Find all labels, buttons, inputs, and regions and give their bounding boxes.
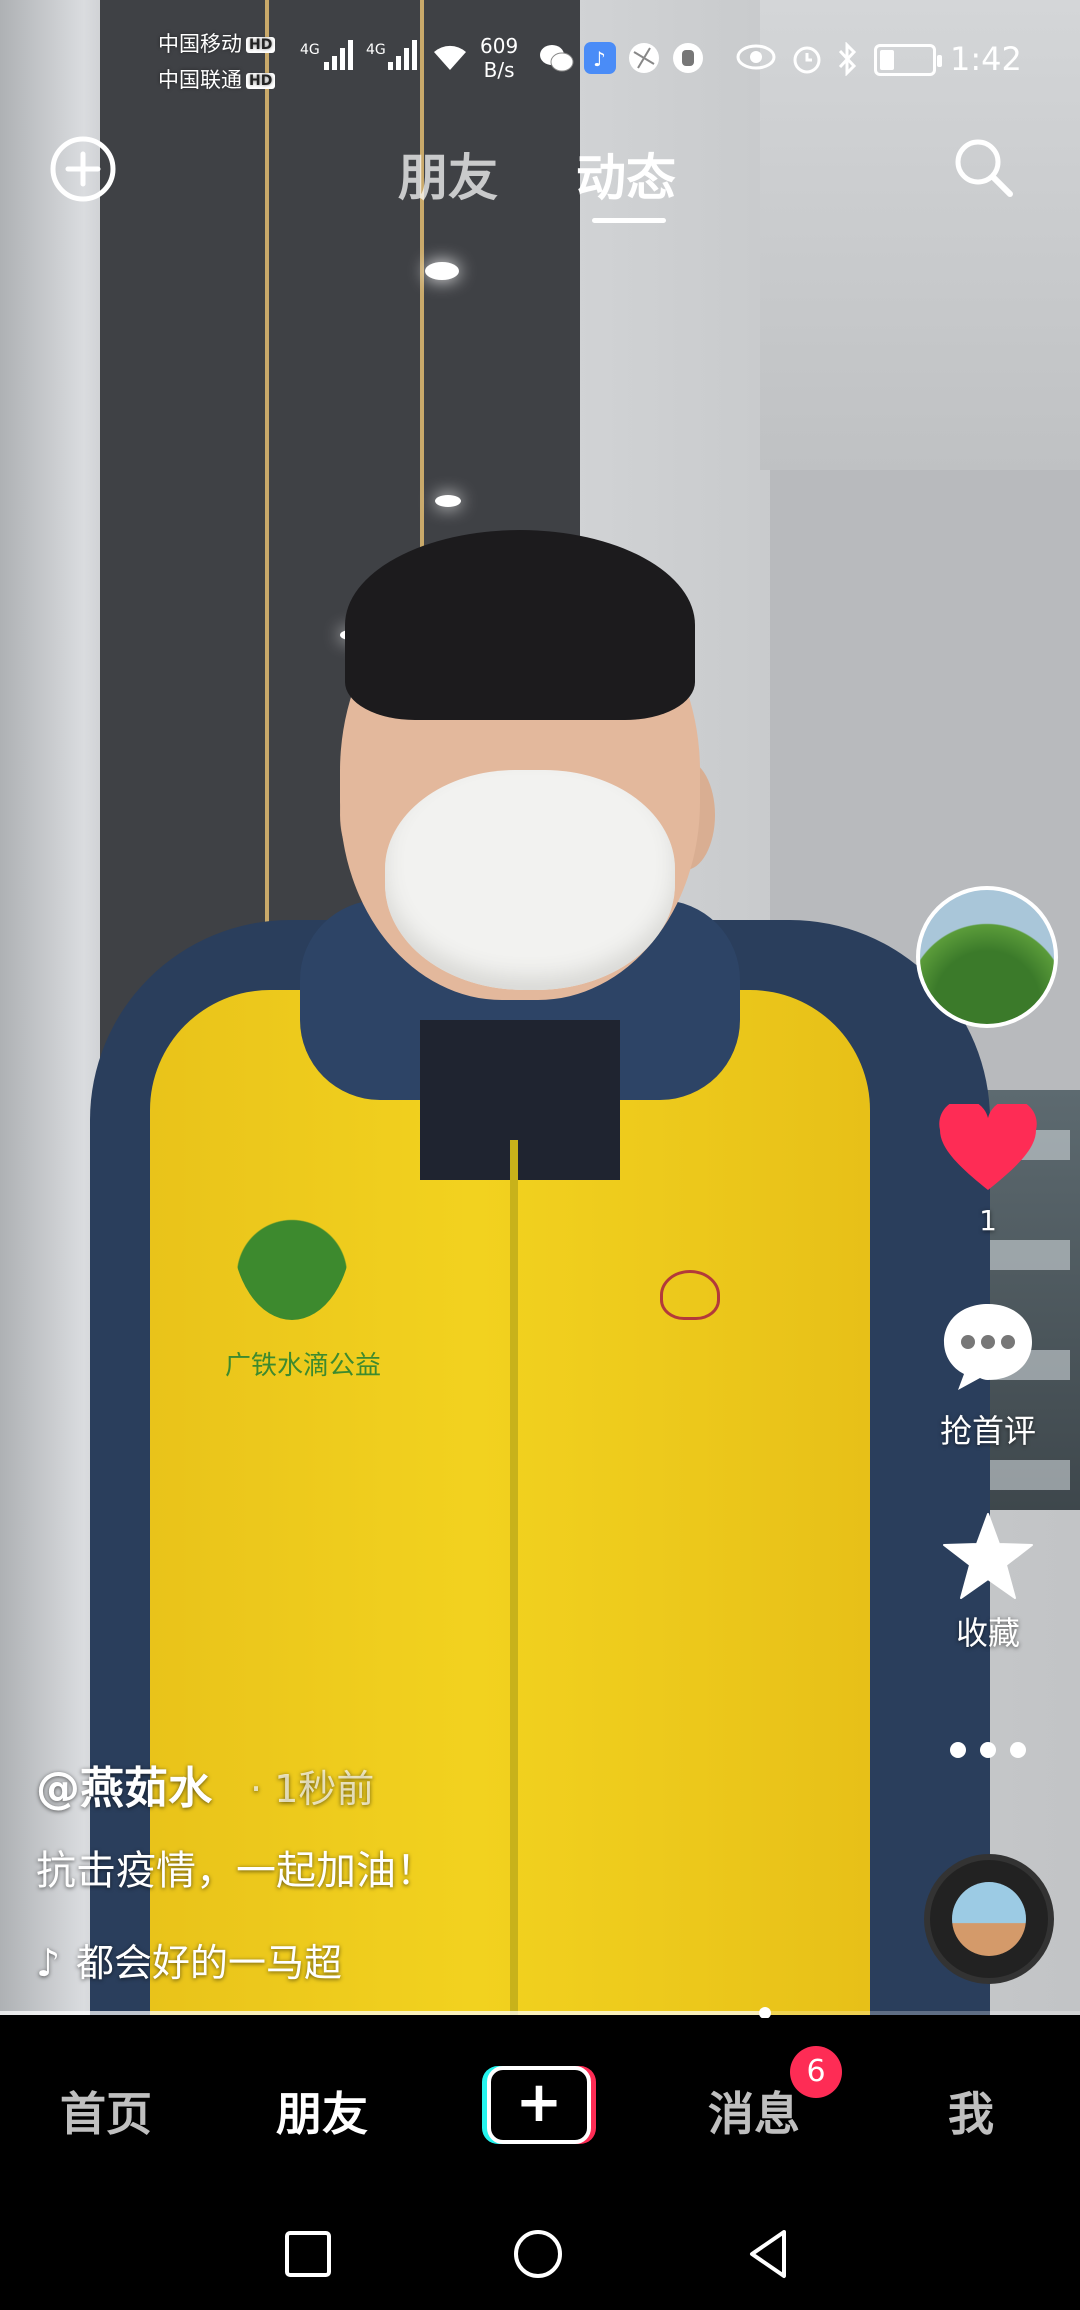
hand-icon xyxy=(673,43,703,73)
music-title[interactable]: ♪ 都会好的一马超 xyxy=(36,1932,342,1987)
nav-me[interactable]: 我 xyxy=(948,2078,994,2144)
post-description: 抗击疫情，一起加油！ xyxy=(36,1848,436,1894)
plus-icon: + xyxy=(515,2070,563,2135)
net-type-label: 4G xyxy=(366,42,386,58)
add-friend-icon[interactable] xyxy=(48,134,118,204)
carrier-1: 中国移动 HD xyxy=(158,28,276,58)
status-bar: 中国移动 HD 中国联通 HD 4G 4G 609 B/s ♪ 1:42 xyxy=(0,0,1080,120)
svg-text:♪: ♪ xyxy=(593,47,606,71)
browser-icon xyxy=(629,43,659,73)
eye-icon xyxy=(736,44,776,70)
favorite-star-icon[interactable] xyxy=(942,1512,1034,1600)
music-note-icon: ♪ xyxy=(36,1941,61,1985)
like-count: 1 xyxy=(979,1204,997,1237)
tab-friends[interactable]: 朋友 xyxy=(398,138,498,210)
wifi-icon xyxy=(434,45,466,70)
create-button[interactable]: + xyxy=(482,2066,596,2144)
battery-icon xyxy=(874,44,942,76)
recent-apps-icon[interactable] xyxy=(282,2228,334,2280)
signal-icon xyxy=(324,40,353,70)
vest-zipper xyxy=(510,1140,518,2015)
playback-progress[interactable] xyxy=(0,2007,1080,2019)
search-icon[interactable] xyxy=(948,132,1018,202)
favorite-label: 收藏 xyxy=(955,1614,1020,1652)
network-speed: 609 B/s xyxy=(480,34,519,82)
face-mask xyxy=(385,770,675,990)
message-badge: 6 xyxy=(790,2046,842,2098)
bottom-nav: 首页 朋友 + 消息 6 我 xyxy=(0,2018,1080,2198)
tab-feed[interactable]: 动态 xyxy=(576,138,676,210)
nav-friends[interactable]: 朋友 xyxy=(276,2078,368,2144)
vest-heart-logo xyxy=(660,1270,720,1320)
status-time: 1:42 xyxy=(950,40,1022,78)
bluetooth-icon xyxy=(838,42,857,76)
back-icon[interactable] xyxy=(744,2228,796,2280)
net-type-label: 4G xyxy=(300,42,320,58)
wechat-icon xyxy=(540,45,574,72)
like-heart-icon[interactable] xyxy=(938,1104,1038,1194)
nav-messages[interactable]: 消息 xyxy=(708,2078,800,2144)
home-icon[interactable] xyxy=(512,2228,564,2280)
post-time: · 1秒前 xyxy=(250,1767,375,1811)
person-collar xyxy=(420,1020,620,1180)
signal-icon xyxy=(388,40,417,70)
alarm-icon xyxy=(793,46,821,74)
music-disc-icon[interactable] xyxy=(924,1854,1054,1984)
person-hair xyxy=(345,530,695,720)
vest-logo-text: 广铁水滴公益 xyxy=(225,1351,382,1381)
ceiling-light xyxy=(435,495,461,507)
carrier-2: 中国联通 HD xyxy=(158,64,276,94)
nav-home[interactable]: 首页 xyxy=(60,2078,152,2144)
ceiling-light xyxy=(425,262,459,280)
system-nav-bar xyxy=(0,2198,1080,2310)
music-app-icon: ♪ xyxy=(584,42,616,74)
more-options-icon[interactable] xyxy=(948,1738,1028,1762)
comment-label: 抢首评 xyxy=(939,1412,1036,1450)
author-name[interactable]: @燕茹水 xyxy=(36,1752,212,1816)
video-player[interactable]: 广铁水滴公益 xyxy=(0,0,1080,2015)
author-avatar[interactable] xyxy=(916,886,1058,1028)
comment-icon[interactable] xyxy=(940,1300,1036,1392)
tab-active-indicator xyxy=(592,218,666,223)
